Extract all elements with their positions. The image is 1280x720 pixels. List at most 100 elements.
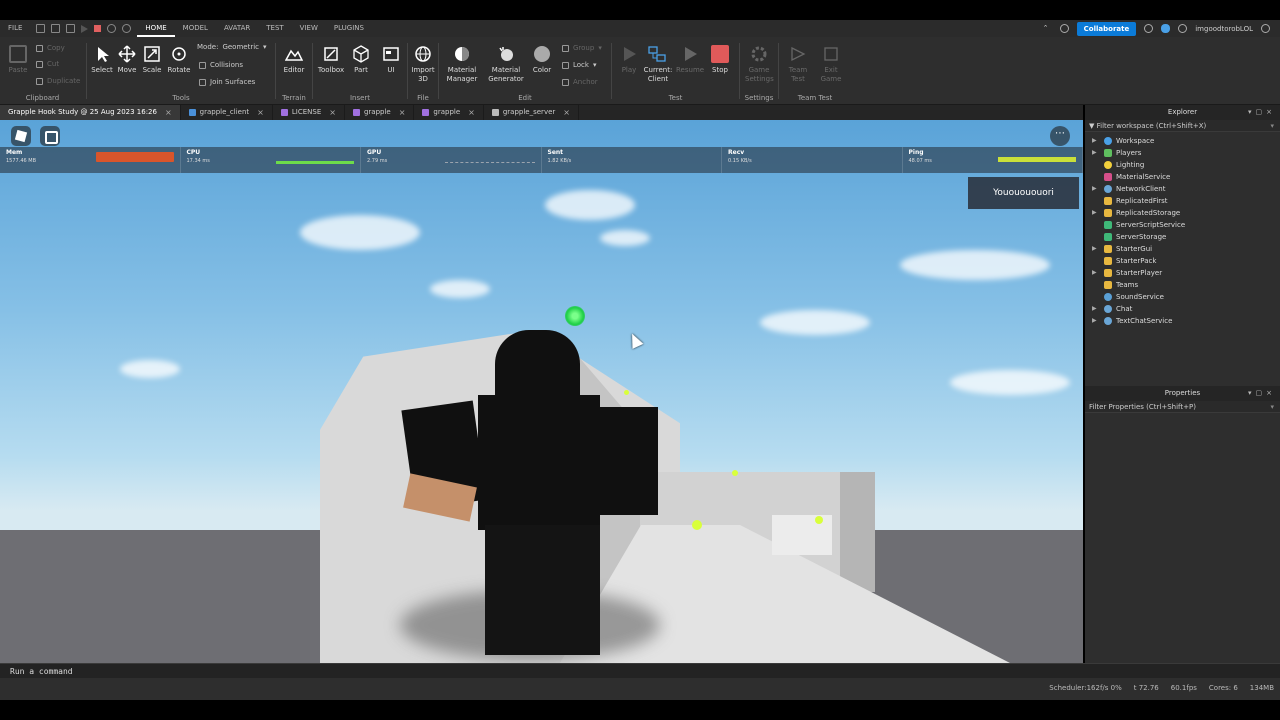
collisions-toggle[interactable]: Collisions xyxy=(199,61,243,69)
stat-cpu[interactable]: CPU 17.34 ms xyxy=(181,147,361,173)
close-icon[interactable]: × xyxy=(257,105,264,120)
anchor-button[interactable]: Anchor xyxy=(562,78,598,86)
explorer-item-starterpack[interactable]: StarterPack xyxy=(1085,255,1280,267)
import-3d-button[interactable]: Import 3D xyxy=(409,45,437,84)
save-icon[interactable] xyxy=(66,24,76,33)
menu-file[interactable]: FILE xyxy=(0,20,30,37)
lock-button[interactable]: Lock ▾ xyxy=(562,61,596,69)
stop-icon[interactable] xyxy=(94,25,102,32)
copy-button[interactable]: Copy xyxy=(36,44,65,52)
cloud-icon[interactable] xyxy=(1161,24,1171,33)
menu-avatar[interactable]: AVATAR xyxy=(216,20,258,37)
exit-game-button[interactable]: Exit Game xyxy=(817,45,845,84)
expand-arrow-icon[interactable]: ▶ xyxy=(1092,315,1100,327)
explorer-item-replicatedstorage[interactable]: ▶ ReplicatedStorage xyxy=(1085,207,1280,219)
expand-arrow-icon[interactable]: ▶ xyxy=(1092,243,1100,255)
part-button[interactable]: Part xyxy=(347,45,375,75)
menu-test[interactable]: TEST xyxy=(258,20,291,37)
open-file-icon[interactable] xyxy=(51,24,61,33)
play-icon[interactable] xyxy=(81,24,89,33)
expand-arrow-icon[interactable]: ▶ xyxy=(1092,267,1100,279)
cut-button[interactable]: Cut xyxy=(36,60,59,68)
rotate-button[interactable]: Rotate xyxy=(165,45,193,75)
explorer-item-workspace[interactable]: ▶ Workspace xyxy=(1085,135,1280,147)
help-icon[interactable] xyxy=(1144,24,1154,33)
chevron-down-icon[interactable]: ▾ xyxy=(1270,401,1274,413)
command-input[interactable]: Run a command xyxy=(10,667,73,676)
ui-button[interactable]: UI xyxy=(377,45,405,75)
terrain-editor-button[interactable]: Editor xyxy=(280,45,308,75)
join-surfaces-toggle[interactable]: Join Surfaces xyxy=(199,78,255,86)
chat-icon[interactable] xyxy=(40,126,60,146)
explorer-item-players[interactable]: ▶ Players xyxy=(1085,147,1280,159)
expand-arrow-icon[interactable]: ▶ xyxy=(1092,183,1100,195)
tab-grapple-client[interactable]: grapple_client × xyxy=(181,105,273,120)
game-viewport[interactable]: Mem 1577.46 MB CPU 17.34 ms GPU 2.79 ms … xyxy=(0,120,1083,663)
stat-sent[interactable]: Sent 1.82 KB/s xyxy=(542,147,722,173)
expand-arrow-icon[interactable]: ▶ xyxy=(1092,207,1100,219)
explorer-item-soundservice[interactable]: SoundService xyxy=(1085,291,1280,303)
properties-filter-input[interactable]: Filter Properties (Ctrl+Shift+P) ▾ xyxy=(1085,401,1280,413)
redo-icon[interactable] xyxy=(122,24,132,33)
paste-button[interactable]: Paste xyxy=(4,45,32,75)
team-test-button[interactable]: Team Test xyxy=(784,45,812,84)
username[interactable]: imgoodtorobLOL xyxy=(1195,25,1253,33)
expand-icon[interactable]: ⌃ xyxy=(1043,24,1052,33)
command-bar[interactable]: Run a command xyxy=(0,663,1280,678)
toolbox-button[interactable]: Toolbox xyxy=(317,45,345,75)
explorer-item-textchatservice[interactable]: ▶ TextChatService xyxy=(1085,315,1280,327)
stop-button[interactable]: Stop xyxy=(706,45,734,75)
tab-grapple-server[interactable]: grapple_server × xyxy=(484,105,579,120)
explorer-filter-input[interactable]: ▼ Filter workspace (Ctrl+Shift+X) ▾ xyxy=(1085,120,1280,132)
settings-gear-icon[interactable] xyxy=(1261,24,1270,33)
undo-icon[interactable] xyxy=(107,24,117,33)
explorer-item-serverstorage[interactable]: ServerStorage xyxy=(1085,231,1280,243)
tab-license[interactable]: LICENSE × xyxy=(273,105,345,120)
expand-arrow-icon[interactable]: ▶ xyxy=(1092,135,1100,147)
group-button[interactable]: Group ▾ xyxy=(562,44,602,52)
game-settings-button[interactable]: Game Settings xyxy=(745,45,774,84)
tab-grapple-2[interactable]: grapple × xyxy=(414,105,484,120)
material-manager-button[interactable]: Material Manager xyxy=(446,45,478,84)
duplicate-button[interactable]: Duplicate xyxy=(36,77,80,85)
more-options-icon[interactable]: ⋯ xyxy=(1050,126,1070,146)
resume-button[interactable]: Resume xyxy=(676,45,704,75)
explorer-item-serverscriptservice[interactable]: ServerScriptService xyxy=(1085,219,1280,231)
material-generator-button[interactable]: Material Generator xyxy=(488,45,524,84)
explorer-item-replicatedfirst[interactable]: ReplicatedFirst xyxy=(1085,195,1280,207)
close-icon[interactable]: × xyxy=(563,105,570,120)
explorer-item-materialservice[interactable]: MaterialService xyxy=(1085,171,1280,183)
chevron-down-icon[interactable]: ▾ xyxy=(1270,120,1274,132)
close-icon[interactable]: × xyxy=(468,105,475,120)
panel-controls-icon[interactable]: ▾▢× xyxy=(1248,386,1276,401)
stat-recv[interactable]: Recv 0.15 KB/s xyxy=(722,147,903,173)
play-button[interactable]: Play xyxy=(615,45,643,75)
scale-button[interactable]: Scale xyxy=(138,45,166,75)
explorer-item-lighting[interactable]: Lighting xyxy=(1085,159,1280,171)
expand-arrow-icon[interactable]: ▶ xyxy=(1092,147,1100,159)
mode-select[interactable]: Mode: Geometric ▾ xyxy=(197,43,267,51)
menu-home[interactable]: HOME xyxy=(137,20,175,37)
current-client-button[interactable]: Current: Client xyxy=(643,45,672,84)
player-name-card[interactable]: Yououououori xyxy=(968,177,1079,209)
menu-model[interactable]: MODEL xyxy=(175,20,216,37)
collaborate-button[interactable]: Collaborate xyxy=(1076,21,1137,36)
new-file-icon[interactable] xyxy=(36,24,46,33)
select-button[interactable]: Select xyxy=(88,45,116,75)
panel-controls-icon[interactable]: ▾▢× xyxy=(1248,105,1276,120)
stat-gpu[interactable]: GPU 2.79 ms xyxy=(361,147,542,173)
notification-icon[interactable] xyxy=(1059,24,1069,33)
close-icon[interactable]: × xyxy=(329,105,336,120)
menu-view[interactable]: VIEW xyxy=(292,20,326,37)
move-button[interactable]: Move xyxy=(113,45,141,75)
roblox-menu-icon[interactable] xyxy=(11,126,31,146)
explorer-item-chat[interactable]: ▶ Chat xyxy=(1085,303,1280,315)
close-icon[interactable]: × xyxy=(165,105,172,120)
stat-mem[interactable]: Mem 1577.46 MB xyxy=(0,147,181,173)
color-button[interactable]: Color xyxy=(528,45,556,75)
expand-arrow-icon[interactable]: ▶ xyxy=(1092,303,1100,315)
share-icon[interactable] xyxy=(1178,24,1188,33)
stat-ping[interactable]: Ping 48.07 ms xyxy=(903,147,1083,173)
explorer-item-starterplayer[interactable]: ▶ StarterPlayer xyxy=(1085,267,1280,279)
tab-place[interactable]: Grapple Hook Study @ 25 Aug 2023 16:26 × xyxy=(0,105,181,120)
